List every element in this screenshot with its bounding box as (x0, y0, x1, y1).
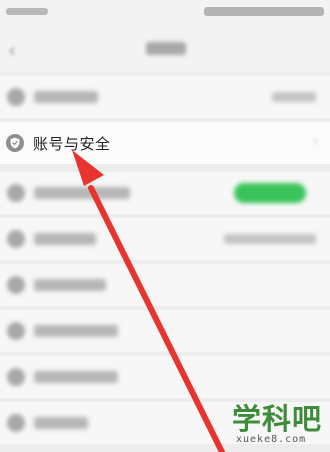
red-arrow (72, 150, 225, 452)
watermark-url: xueke8.com (236, 434, 307, 445)
watermark-logo: 学科吧 (232, 402, 323, 436)
